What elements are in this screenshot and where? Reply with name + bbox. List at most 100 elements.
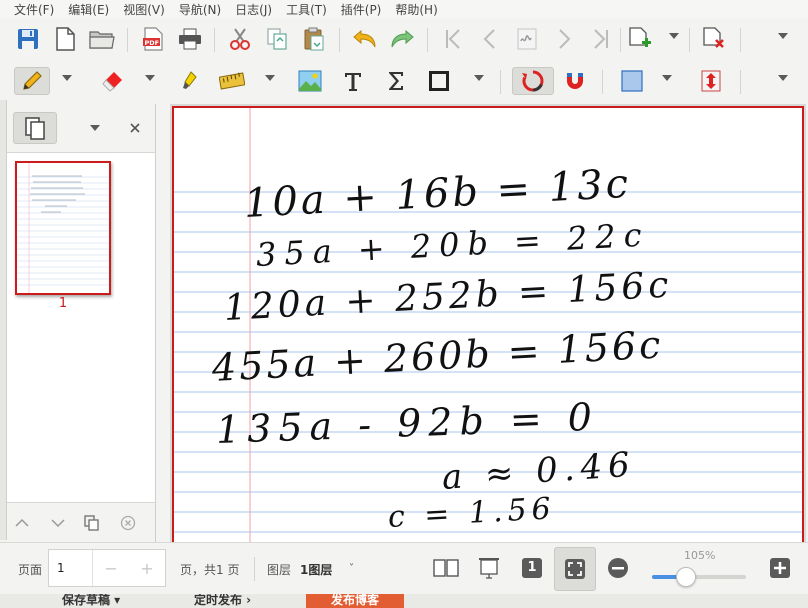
page-preview-sidebar: 1 xyxy=(7,104,156,543)
zoom-in-icon xyxy=(770,558,790,578)
page-increment-button[interactable]: + xyxy=(129,559,165,578)
vertical-space-icon xyxy=(701,70,721,92)
eraser-dropdown[interactable] xyxy=(145,75,155,81)
menu-navigate[interactable]: 导航(N) xyxy=(172,1,228,18)
two-page-view-button[interactable] xyxy=(432,554,460,582)
shape-dropdown[interactable] xyxy=(474,75,484,81)
menu-edit[interactable]: 编辑(E) xyxy=(61,1,116,18)
close-icon xyxy=(130,123,140,133)
grid-snapping-button[interactable] xyxy=(561,67,589,95)
fill-color-dropdown[interactable] xyxy=(662,75,672,81)
shape-tool-button[interactable] xyxy=(425,67,453,95)
first-page-button[interactable] xyxy=(439,25,467,53)
menu-tools[interactable]: 工具(T) xyxy=(279,1,334,18)
main-toolbar: PDF xyxy=(0,20,808,58)
menu-journal[interactable]: 日志(J) xyxy=(228,1,279,18)
add-page-button[interactable] xyxy=(626,25,654,53)
text-icon xyxy=(345,73,361,91)
zoom-100-button[interactable]: 1 xyxy=(518,554,546,582)
schedule-publish-button[interactable]: 定时发布 › xyxy=(194,594,251,608)
sidebar-view-selector[interactable] xyxy=(13,112,57,144)
text-tool-button[interactable] xyxy=(339,67,367,95)
highlighter-tool-button[interactable] xyxy=(176,67,204,95)
previous-page-button[interactable] xyxy=(476,25,504,53)
copy-button[interactable] xyxy=(263,25,291,53)
move-page-down-button[interactable] xyxy=(45,509,71,537)
page-spinner[interactable]: 1 − + xyxy=(48,549,166,587)
page-number-input[interactable]: 1 xyxy=(49,550,93,586)
add-page-dropdown[interactable] xyxy=(669,33,679,39)
menu-bar: 文件(F) 编辑(E) 视图(V) 导航(N) 日志(J) 工具(T) 插件(P… xyxy=(0,0,808,18)
presentation-icon xyxy=(479,558,499,579)
print-icon xyxy=(179,28,201,50)
delete-page-sidebar-button[interactable] xyxy=(115,509,141,537)
presentation-mode-button[interactable] xyxy=(475,554,503,582)
ruler-dropdown[interactable] xyxy=(265,75,275,81)
zoom-100-badge-text: 1 xyxy=(527,560,537,575)
status-bar: 页面 1 − + 页，共1 页 图层 1图层 ˅ 1 105% xyxy=(0,542,808,595)
insert-image-button[interactable] xyxy=(296,67,324,95)
save-button[interactable] xyxy=(14,25,42,53)
new-page-button[interactable] xyxy=(51,25,79,53)
layer-dropdown-arrow[interactable]: ˅ xyxy=(349,563,354,574)
chevron-down-icon xyxy=(51,519,65,528)
last-page-button[interactable] xyxy=(587,25,615,53)
highlighter-icon xyxy=(183,71,197,89)
tools-toolbar xyxy=(0,62,808,100)
open-button[interactable] xyxy=(88,25,116,53)
page-thumbnail-preview xyxy=(17,163,109,293)
zoom-fit-icon xyxy=(565,559,585,579)
undo-button[interactable] xyxy=(351,25,379,53)
move-page-up-button[interactable] xyxy=(9,509,35,537)
zoom-out-button[interactable] xyxy=(604,554,632,582)
toolbar2-overflow-dropdown[interactable] xyxy=(778,75,788,81)
sidebar-view-dropdown[interactable] xyxy=(90,125,100,131)
redo-button[interactable] xyxy=(388,25,416,53)
zoom-in-button[interactable] xyxy=(766,554,794,582)
add-page-icon xyxy=(629,27,651,47)
layer-button[interactable] xyxy=(513,25,541,53)
cut-button[interactable] xyxy=(226,25,254,53)
chevron-up-icon xyxy=(15,518,29,527)
zoom-slider-handle[interactable] xyxy=(675,567,696,587)
zoom-slider-track[interactable] xyxy=(652,567,746,587)
menu-plugins[interactable]: 插件(P) xyxy=(334,1,389,18)
eraser-tool-button[interactable] xyxy=(98,67,126,95)
menu-help[interactable]: 帮助(H) xyxy=(388,1,444,18)
previous-page-icon xyxy=(483,29,495,49)
ruler-icon xyxy=(219,72,245,90)
document-canvas[interactable]: 10a + 16b = 13c 35a + 20b = 22c 120a + 2… xyxy=(170,104,806,544)
zoom-percentage: 105% xyxy=(684,549,716,562)
close-sidebar-button[interactable] xyxy=(121,114,149,142)
rotate-select-icon xyxy=(522,70,544,92)
paste-button[interactable] xyxy=(300,25,328,53)
vertical-space-button[interactable] xyxy=(697,67,725,95)
page-total: 页，共1 页 xyxy=(180,563,240,577)
zoom-fit-button[interactable] xyxy=(554,547,596,591)
formula-tool-button[interactable] xyxy=(382,67,410,95)
publish-blog-button[interactable]: 发布博客 xyxy=(306,594,404,608)
menu-file[interactable]: 文件(F) xyxy=(0,1,61,18)
paste-icon xyxy=(304,27,324,51)
menu-view[interactable]: 视图(V) xyxy=(116,1,172,18)
rotation-snapping-button[interactable] xyxy=(512,67,554,95)
notebook-page[interactable]: 10a + 16b = 13c 35a + 20b = 22c 120a + 2… xyxy=(172,106,804,544)
zoom-out-icon xyxy=(608,558,628,578)
pen-tool-button[interactable] xyxy=(14,67,50,95)
layer-label: 图层 xyxy=(267,563,292,577)
fill-color-button[interactable] xyxy=(618,67,646,95)
print-button[interactable] xyxy=(176,25,204,53)
layer-selector[interactable]: 1图层 xyxy=(300,561,332,578)
export-pdf-button[interactable]: PDF xyxy=(139,25,167,53)
next-page-button[interactable] xyxy=(550,25,578,53)
page-thumbnail[interactable] xyxy=(15,161,111,295)
svg-text:PDF: PDF xyxy=(145,39,160,47)
delete-page-button[interactable] xyxy=(700,25,728,53)
pen-dropdown[interactable] xyxy=(62,75,72,81)
ruler-tool-button[interactable] xyxy=(218,67,246,95)
copy-icon xyxy=(267,28,287,50)
page-decrement-button[interactable]: − xyxy=(93,559,129,578)
save-draft-button[interactable]: 保存草稿 ▾ xyxy=(62,594,120,608)
duplicate-page-button[interactable] xyxy=(79,509,105,537)
toolbar-overflow-dropdown[interactable] xyxy=(778,33,788,39)
